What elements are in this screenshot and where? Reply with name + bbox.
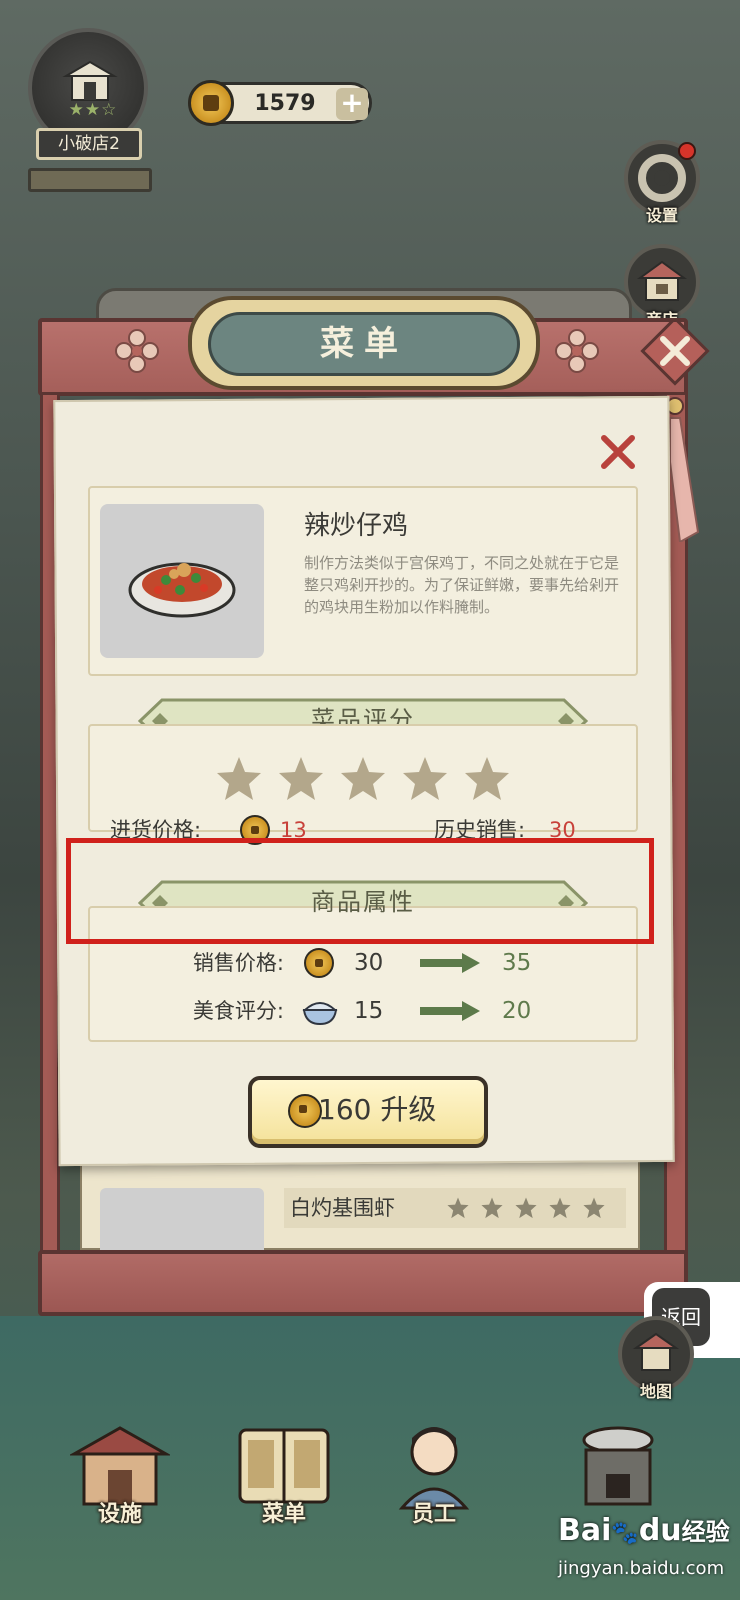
food-rating-current: 15: [354, 998, 384, 1024]
shop-name: 小破店2: [36, 128, 142, 160]
dish-name: 辣炒仔鸡: [304, 511, 409, 541]
star-icon: [341, 757, 385, 800]
coin-icon: [304, 948, 334, 978]
watermark-brand-suffix: du: [638, 1513, 682, 1548]
shop-stars: ★★☆: [68, 100, 118, 120]
star-icon: [279, 757, 323, 800]
star-icon: [403, 757, 447, 800]
star-icon: [515, 1197, 537, 1219]
sale-price-current: 30: [354, 950, 384, 976]
upgrade-cost: 160: [318, 1093, 372, 1126]
dish-image: [100, 504, 264, 658]
star-icon: [217, 757, 261, 800]
baidu-watermark: Bai🐾du经验 jingyan.baidu.com: [558, 1500, 734, 1592]
star-icon: [583, 1197, 605, 1219]
coin-icon: [188, 80, 234, 126]
dish-description: 制作方法类似于宫保鸡丁，不同之处就在于它是整只鸡剁开抄的。为了保证鲜嫩，要事先给…: [304, 554, 620, 616]
next-dish-name: 白灼基围虾: [290, 1196, 395, 1220]
food-rating-label: 美食评分:: [192, 999, 284, 1023]
sale-price-label: 销售价格:: [192, 951, 284, 975]
star-icon: [481, 1197, 503, 1219]
shop-house-icon: [62, 60, 118, 101]
watermark-url: jingyan.baidu.com: [558, 1558, 725, 1579]
next-dish-image: [100, 1188, 264, 1250]
kitchen-stove-icon: [582, 1426, 654, 1506]
menu-label: 菜单: [261, 1502, 306, 1527]
menu-title: 菜单: [208, 312, 520, 376]
facilities-label: 设施: [97, 1502, 142, 1527]
star-icon: [465, 757, 509, 800]
next-dish-stars: [446, 1196, 616, 1222]
flower-ornament-icon: [555, 329, 599, 373]
notification-dot: [678, 142, 696, 160]
spicy-chicken-dish-icon: [128, 562, 236, 618]
star-icon: [447, 1197, 469, 1219]
staff-label: 员工: [411, 1502, 456, 1527]
paw-icon: 🐾: [611, 1521, 639, 1546]
watermark-product: 经验: [681, 1518, 730, 1546]
menu-board-bottom: [38, 1250, 688, 1316]
sale-price-next: 35: [502, 950, 532, 976]
dish-rating-stars: [214, 754, 524, 806]
highlight-annotation: [66, 838, 654, 944]
map-label: 地图: [639, 1382, 672, 1401]
add-coins-button[interactable]: +: [336, 88, 368, 120]
watermark-brand: Bai: [558, 1513, 612, 1548]
arrow-right-icon: [420, 1001, 480, 1021]
food-rating-next: 20: [502, 998, 532, 1024]
settings-label: 设置: [645, 206, 678, 225]
upgrade-button-label: 160 升级: [318, 1090, 478, 1130]
close-icon[interactable]: [596, 430, 640, 474]
star-icon: [549, 1197, 571, 1219]
arrow-right-icon: [420, 953, 480, 973]
flower-ornament-icon: [115, 329, 159, 373]
bowl-icon: [302, 1002, 338, 1026]
shop-progress-bar: [28, 168, 152, 192]
coin-icon: [288, 1094, 322, 1128]
coin-value: 1579: [254, 91, 316, 116]
upgrade-label: 升级: [380, 1093, 437, 1126]
